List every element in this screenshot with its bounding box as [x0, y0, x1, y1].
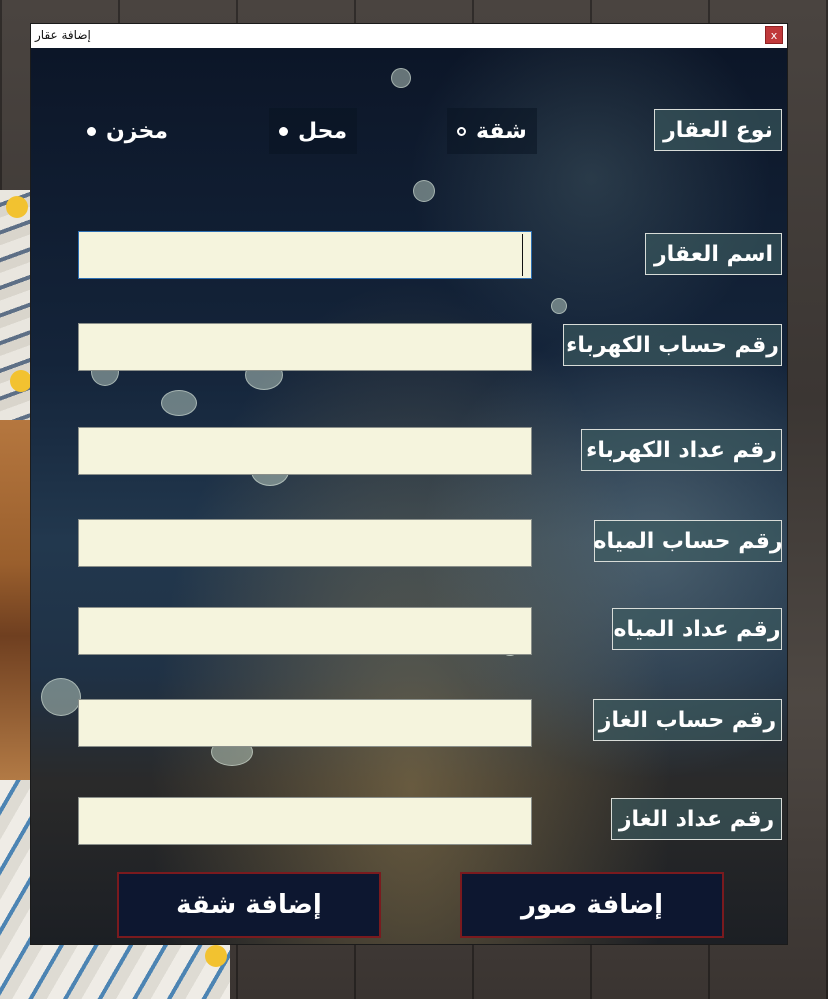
radio-dot-icon	[87, 126, 96, 136]
property-type-label: نوع العقار	[654, 109, 782, 151]
add-photos-button[interactable]: إضافة صور	[460, 872, 724, 938]
background-flower	[205, 945, 227, 967]
property-name-label: اسم العقار	[645, 233, 782, 275]
gas-account-input[interactable]	[78, 699, 532, 747]
electricity-meter-label: رقم عداد الكهرباء	[581, 429, 782, 471]
add-apartment-button[interactable]: إضافة شقة	[117, 872, 381, 938]
close-button[interactable]: x	[765, 26, 783, 44]
add-property-window: إضافة عقار x نوع العقار شقة محل مخزن اسم…	[31, 24, 787, 944]
radio-warehouse[interactable]: مخزن	[77, 108, 178, 154]
radio-shop[interactable]: محل	[269, 108, 358, 154]
water-meter-input[interactable]	[78, 607, 532, 655]
water-account-label: رقم حساب المياه	[593, 520, 783, 562]
bokeh-light	[391, 68, 411, 88]
electricity-account-input[interactable]	[78, 323, 532, 371]
radio-warehouse-label: مخزن	[106, 118, 168, 144]
radio-apartment[interactable]: شقة	[447, 108, 537, 154]
title-bar: إضافة عقار x	[31, 24, 787, 49]
background-flower	[6, 196, 28, 218]
electricity-meter-input[interactable]	[78, 427, 532, 475]
bokeh-light	[41, 678, 81, 716]
gas-meter-input[interactable]	[78, 797, 532, 845]
bokeh-light	[413, 180, 435, 202]
window-title: إضافة عقار	[35, 28, 91, 42]
radio-shop-label: محل	[298, 118, 348, 144]
property-name-input[interactable]	[78, 231, 532, 279]
water-account-input[interactable]	[78, 519, 532, 567]
text-caret	[522, 234, 523, 276]
background-flower	[10, 370, 32, 392]
gas-meter-label: رقم عداد الغاز	[611, 798, 782, 840]
radio-unchecked-icon	[457, 126, 466, 136]
radio-dot-icon	[279, 126, 288, 136]
gas-account-label: رقم حساب الغاز	[593, 699, 782, 741]
form-area: نوع العقار شقة محل مخزن اسم العقار رقم ح…	[31, 48, 787, 944]
bokeh-light	[161, 390, 197, 416]
radio-apartment-label: شقة	[476, 118, 527, 144]
bokeh-light	[551, 298, 567, 314]
electricity-account-label: رقم حساب الكهرباء	[563, 324, 782, 366]
water-meter-label: رقم عداد المياه	[612, 608, 782, 650]
